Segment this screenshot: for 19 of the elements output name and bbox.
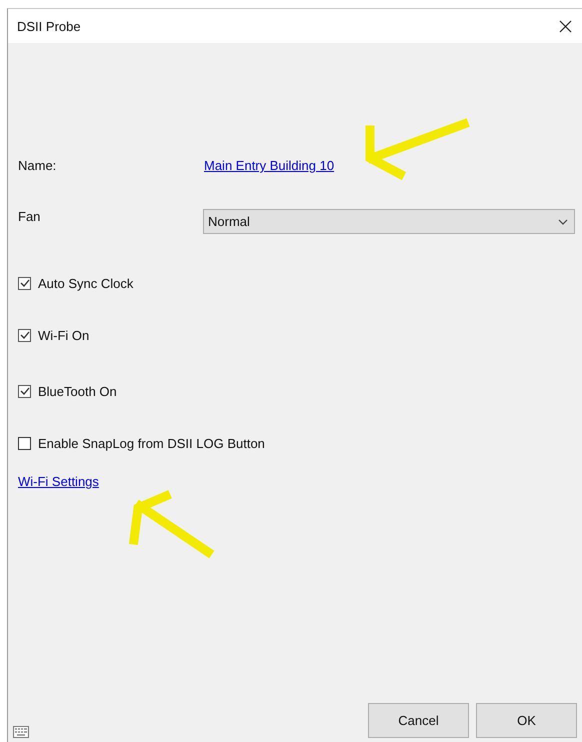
caret-icon [558,218,568,224]
checkbox-label: Enable SnapLog from DSII LOG Button [38,436,265,450]
dialog-button[interactable]: OK [476,703,577,738]
name-link[interactable]: Main Entry Building 10 [204,158,334,173]
checkbox[interactable] [18,384,31,398]
window-title: DSII Probe [17,18,81,34]
checkbox-label: BlueTooth On [38,384,117,398]
dialog-button[interactable]: Cancel [368,703,469,738]
name-label: Name: [18,158,58,173]
keyboard-icon[interactable] [13,726,29,738]
fan-label: Fan [18,209,42,224]
checkbox-label: Auto Sync Clock [38,276,134,290]
checkbox[interactable] [18,436,31,450]
checkbox[interactable] [18,328,31,342]
checkbox[interactable] [18,276,31,290]
wifi-settings-link[interactable]: Wi-Fi Settings [18,474,99,489]
close-icon[interactable] [559,20,572,32]
fan-dropdown[interactable]: Normal [203,209,575,234]
checkbox-label: Wi-Fi On [38,328,90,342]
